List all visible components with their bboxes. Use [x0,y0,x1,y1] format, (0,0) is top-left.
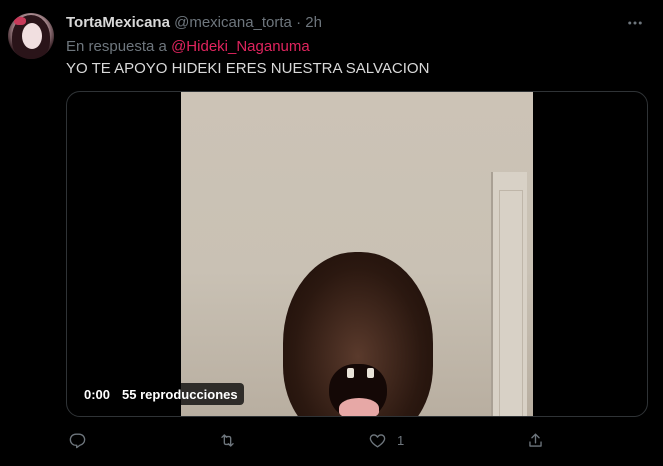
avatar[interactable] [8,13,54,59]
share-button[interactable] [526,428,555,452]
reply-button[interactable] [68,428,97,452]
video-timestamp: 0:00 [84,386,111,402]
reply-context: En respuesta a @Hideki_Naganuma [66,38,310,56]
video-tooth [347,368,354,378]
like-button[interactable]: 1 [368,428,404,452]
video-door-panel [499,190,523,416]
separator-dot: · [296,14,302,31]
video-frame [181,92,533,416]
tweet-actions: 1 [66,428,586,452]
heart-icon [369,433,386,448]
display-name[interactable]: TortaMexicana [66,14,170,31]
more-horizontal-icon [628,21,642,25]
retweet-button[interactable] [218,428,247,452]
like-count: 1 [397,432,405,448]
reply-mention-link[interactable]: @Hideki_Naganuma [171,38,310,55]
video-view-count: 55 reproducciones [122,386,238,402]
reply-prefix: En respuesta a [66,38,167,55]
tweet-text: YO TE APOYO HIDEKI ERES NUESTRA SALVACIO… [66,60,430,77]
share-icon [529,432,542,447]
video-tooth [367,368,374,378]
avatar-face [22,23,42,49]
avatar-bow [14,17,26,25]
user-handle[interactable]: @mexicana_torta [174,14,292,31]
retweet-icon [221,433,234,447]
video-player[interactable] [66,91,648,417]
video-info-badge: 0:00 55 reproducciones [78,383,244,405]
comment-icon [69,432,86,448]
more-options-button[interactable] [625,14,645,32]
tweet-header: TortaMexicana @mexicana_torta · 2h [66,14,322,32]
timestamp-link[interactable]: 2h [305,14,322,31]
video-tongue [339,398,379,416]
